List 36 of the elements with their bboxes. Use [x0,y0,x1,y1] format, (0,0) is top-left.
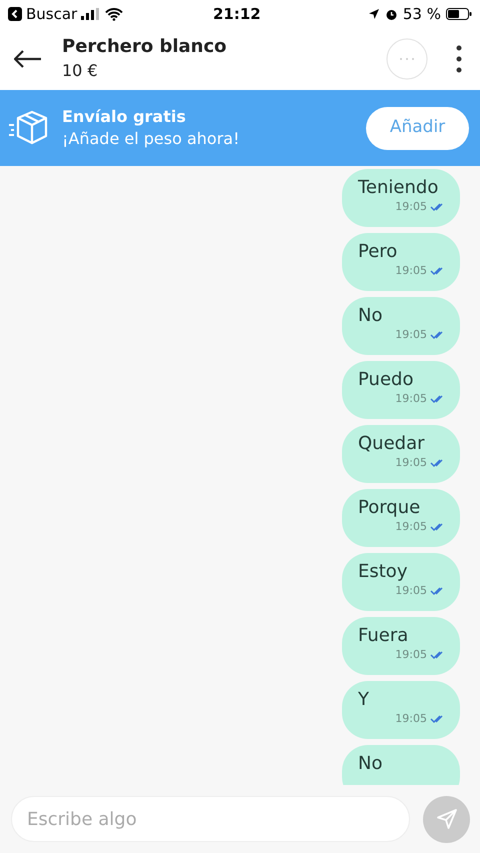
listing-price: 10 € [62,60,99,82]
back-badge-icon[interactable] [8,7,22,21]
listing-title: Perchero blanco [62,35,227,59]
battery-percentage: 53 % [402,4,441,25]
message-text: Teniendo [358,176,440,200]
location-arrow-icon [368,8,380,20]
clock-time: 21:12 [213,4,261,25]
message-text: Fuera [358,624,410,648]
message-time: 19:05 [395,264,427,278]
message-text: Y [358,688,370,712]
more-options-icon[interactable] [456,45,462,73]
back-arrow-icon[interactable] [14,50,42,68]
message-input[interactable]: Escribe algo [11,796,410,842]
message-time: 19:05 [395,456,427,470]
banner-subtitle: ¡Añade el peso ahora! [62,128,240,150]
message-time: 19:05 [395,328,427,342]
message-text: No [358,752,384,776]
message-text: Pero [358,240,398,264]
alarm-clock-icon [384,8,398,20]
banner-title: Envíalo gratis [62,106,187,128]
back-label[interactable]: Buscar [26,2,78,26]
message-text: Estoy [358,560,408,584]
message-time: 19:05 [395,200,427,214]
message-time: 19:05 [395,712,427,726]
message-text: Puedo [358,368,414,392]
signal-icon [81,8,102,20]
message-time: 19:05 [395,584,427,598]
send-icon [436,808,458,830]
message-time: 19:05 [395,520,427,534]
message-time: 19:05 [395,392,427,406]
message-time: 19:05 [395,648,427,662]
message-text: No [358,304,384,328]
battery-icon [446,8,472,20]
wifi-icon [105,8,124,20]
message-text: Porque [358,496,422,520]
message-text: Quedar [358,432,426,456]
